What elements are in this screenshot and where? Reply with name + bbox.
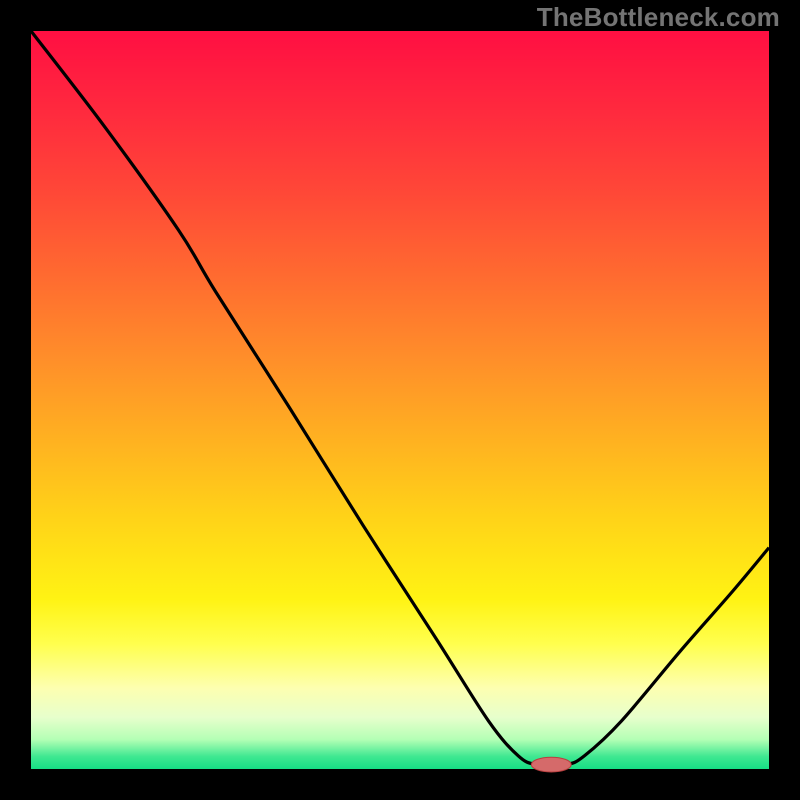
chart-frame: TheBottleneck.com	[0, 0, 800, 800]
plot-background	[31, 31, 769, 769]
watermark-text: TheBottleneck.com	[537, 2, 780, 33]
optimal-marker	[531, 757, 571, 772]
bottleneck-chart	[0, 0, 800, 800]
